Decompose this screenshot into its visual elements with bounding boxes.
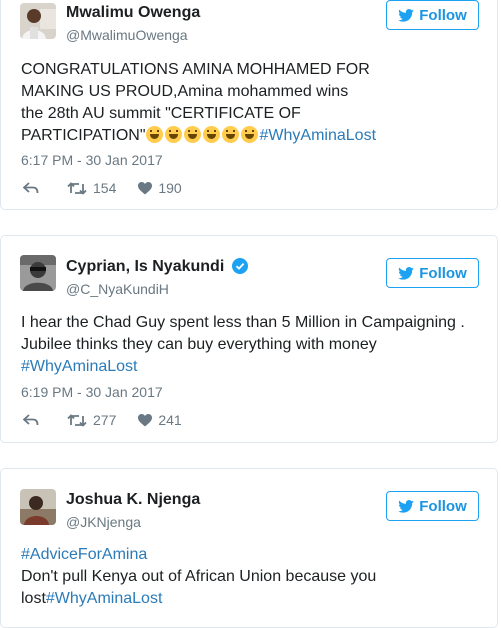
text-line: the 28th AU summit "CERTIFICATE OF [21,105,301,122]
tweet-actions: 154 190 [23,180,204,196]
text-line-with-hashtag: PARTICIPATION" #WhyAminaLost [21,125,481,147]
reply-icon [23,182,39,194]
grinning-emoji-icon [145,126,163,143]
tweet-text: #AdviceForAmina Don't pull Kenya out of … [21,544,481,610]
tweet-card: Cyprian, Is Nyakundi @C_NyaKundiH Follow… [0,235,498,443]
text-line: I hear the Chad Guy spent less than 5 Mi… [21,314,465,331]
follow-button[interactable]: Follow [386,491,479,521]
author-name[interactable]: Joshua K. Njenga [66,491,200,509]
follow-label: Follow [419,264,467,282]
grinning-emoji-icon [221,126,239,143]
follow-button[interactable]: Follow [386,0,479,30]
retweet-icon [67,413,87,427]
hashtag-link[interactable]: #AdviceForAmina [21,544,481,566]
author-handle[interactable]: @JKNjenga [66,514,141,530]
bird-icon [398,266,415,280]
avatar[interactable] [20,489,56,525]
text-line: Don't pull Kenya out of African Union be… [21,568,377,585]
reply-button[interactable] [23,182,45,194]
hashtag-link[interactable]: #WhyAminaLost [260,127,377,144]
tweet-text: CONGRATULATIONS AMINA MOHHAMED FOR MAKIN… [21,59,481,147]
author-name: Cyprian, Is Nyakundi [66,258,248,276]
bird-icon [398,8,415,22]
like-count: 241 [158,412,182,428]
tweet-timestamp[interactable]: 6:17 PM - 30 Jan 2017 [21,152,163,168]
verified-badge-icon [231,258,248,274]
tweet-timestamp[interactable]: 6:19 PM - 30 Jan 2017 [21,384,163,400]
grinning-emoji-icon [240,126,258,143]
grinning-emoji-icon [202,126,220,143]
avatar[interactable] [20,3,56,39]
retweet-icon [67,181,87,195]
tweet-text: I hear the Chad Guy spent less than 5 Mi… [21,312,481,378]
like-count: 190 [158,180,182,196]
text-line: CONGRATULATIONS AMINA MOHHAMED FOR [21,61,370,78]
tweet-actions: 277 241 [23,412,204,428]
text-line: PARTICIPATION" [21,127,146,144]
text-line-with-hashtag: lost#WhyAminaLost [21,588,481,610]
grinning-emoji-icon [164,126,182,143]
follow-label: Follow [419,497,467,515]
author-name-text[interactable]: Cyprian, Is Nyakundi [66,258,224,275]
reply-icon [23,414,39,426]
text-line: MAKING US PROUD,Amina mohammed wins [21,83,349,100]
grinning-emoji-icon [183,126,201,143]
retweet-count: 154 [93,180,117,196]
heart-icon [138,413,153,426]
heart-icon [138,181,153,194]
like-button[interactable]: 190 [138,180,182,196]
hashtag-link[interactable]: #WhyAminaLost [46,590,163,607]
reply-button[interactable] [23,414,45,426]
author-handle[interactable]: @C_NyaKundiH [66,281,169,297]
bird-icon [398,499,415,513]
like-button[interactable]: 241 [138,412,182,428]
retweet-button[interactable]: 154 [67,180,116,196]
avatar[interactable] [20,255,56,291]
text-fragment: lost [21,590,46,607]
author-name[interactable]: Mwalimu Owenga [66,4,200,22]
tweet-card: Joshua K. Njenga @JKNjenga Follow #Advic… [0,468,498,628]
follow-label: Follow [419,6,467,24]
author-handle[interactable]: @MwalimuOwenga [66,27,188,43]
hashtag-link[interactable]: #WhyAminaLost [21,356,481,378]
follow-button[interactable]: Follow [386,258,479,288]
retweet-button[interactable]: 277 [67,412,116,428]
text-line: Jubilee thinks they can buy everything w… [21,336,377,353]
tweet-card: Mwalimu Owenga @MwalimuOwenga Follow CON… [0,0,498,210]
retweet-count: 277 [93,412,117,428]
